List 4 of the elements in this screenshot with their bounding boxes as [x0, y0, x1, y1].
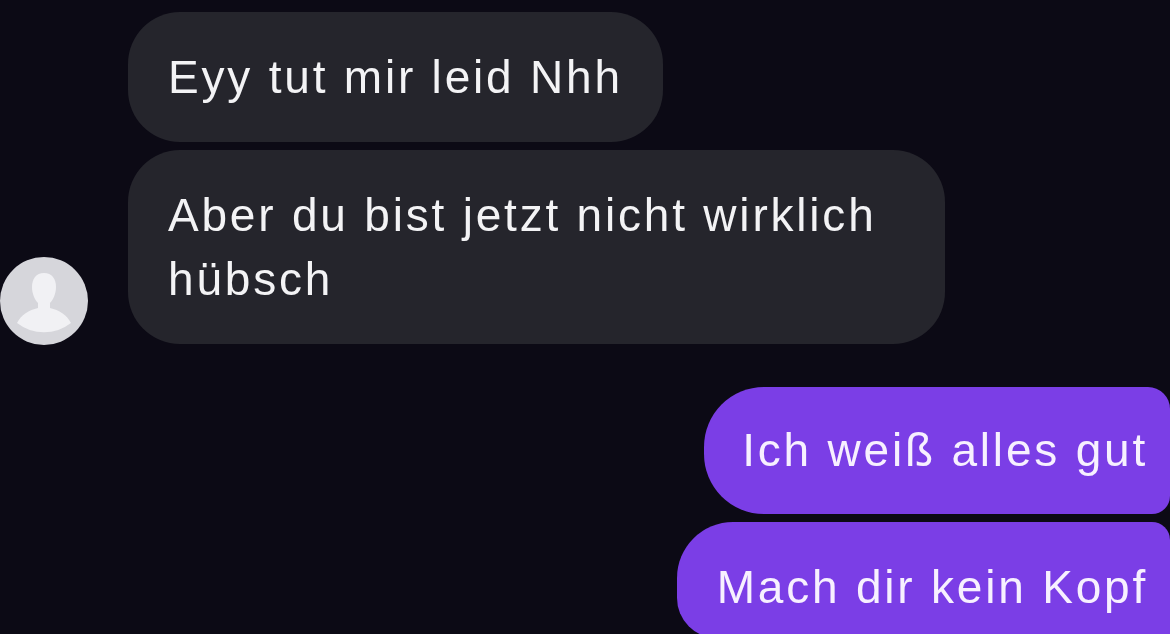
received-message: Aber du bist jetzt nicht wirklich hübsch: [128, 150, 945, 344]
received-message: Eyy tut mir leid Nhh: [128, 12, 663, 142]
sent-message: Ich weiß alles gut: [704, 387, 1170, 514]
sent-message: Mach dir kein Kopf: [676, 522, 1170, 634]
